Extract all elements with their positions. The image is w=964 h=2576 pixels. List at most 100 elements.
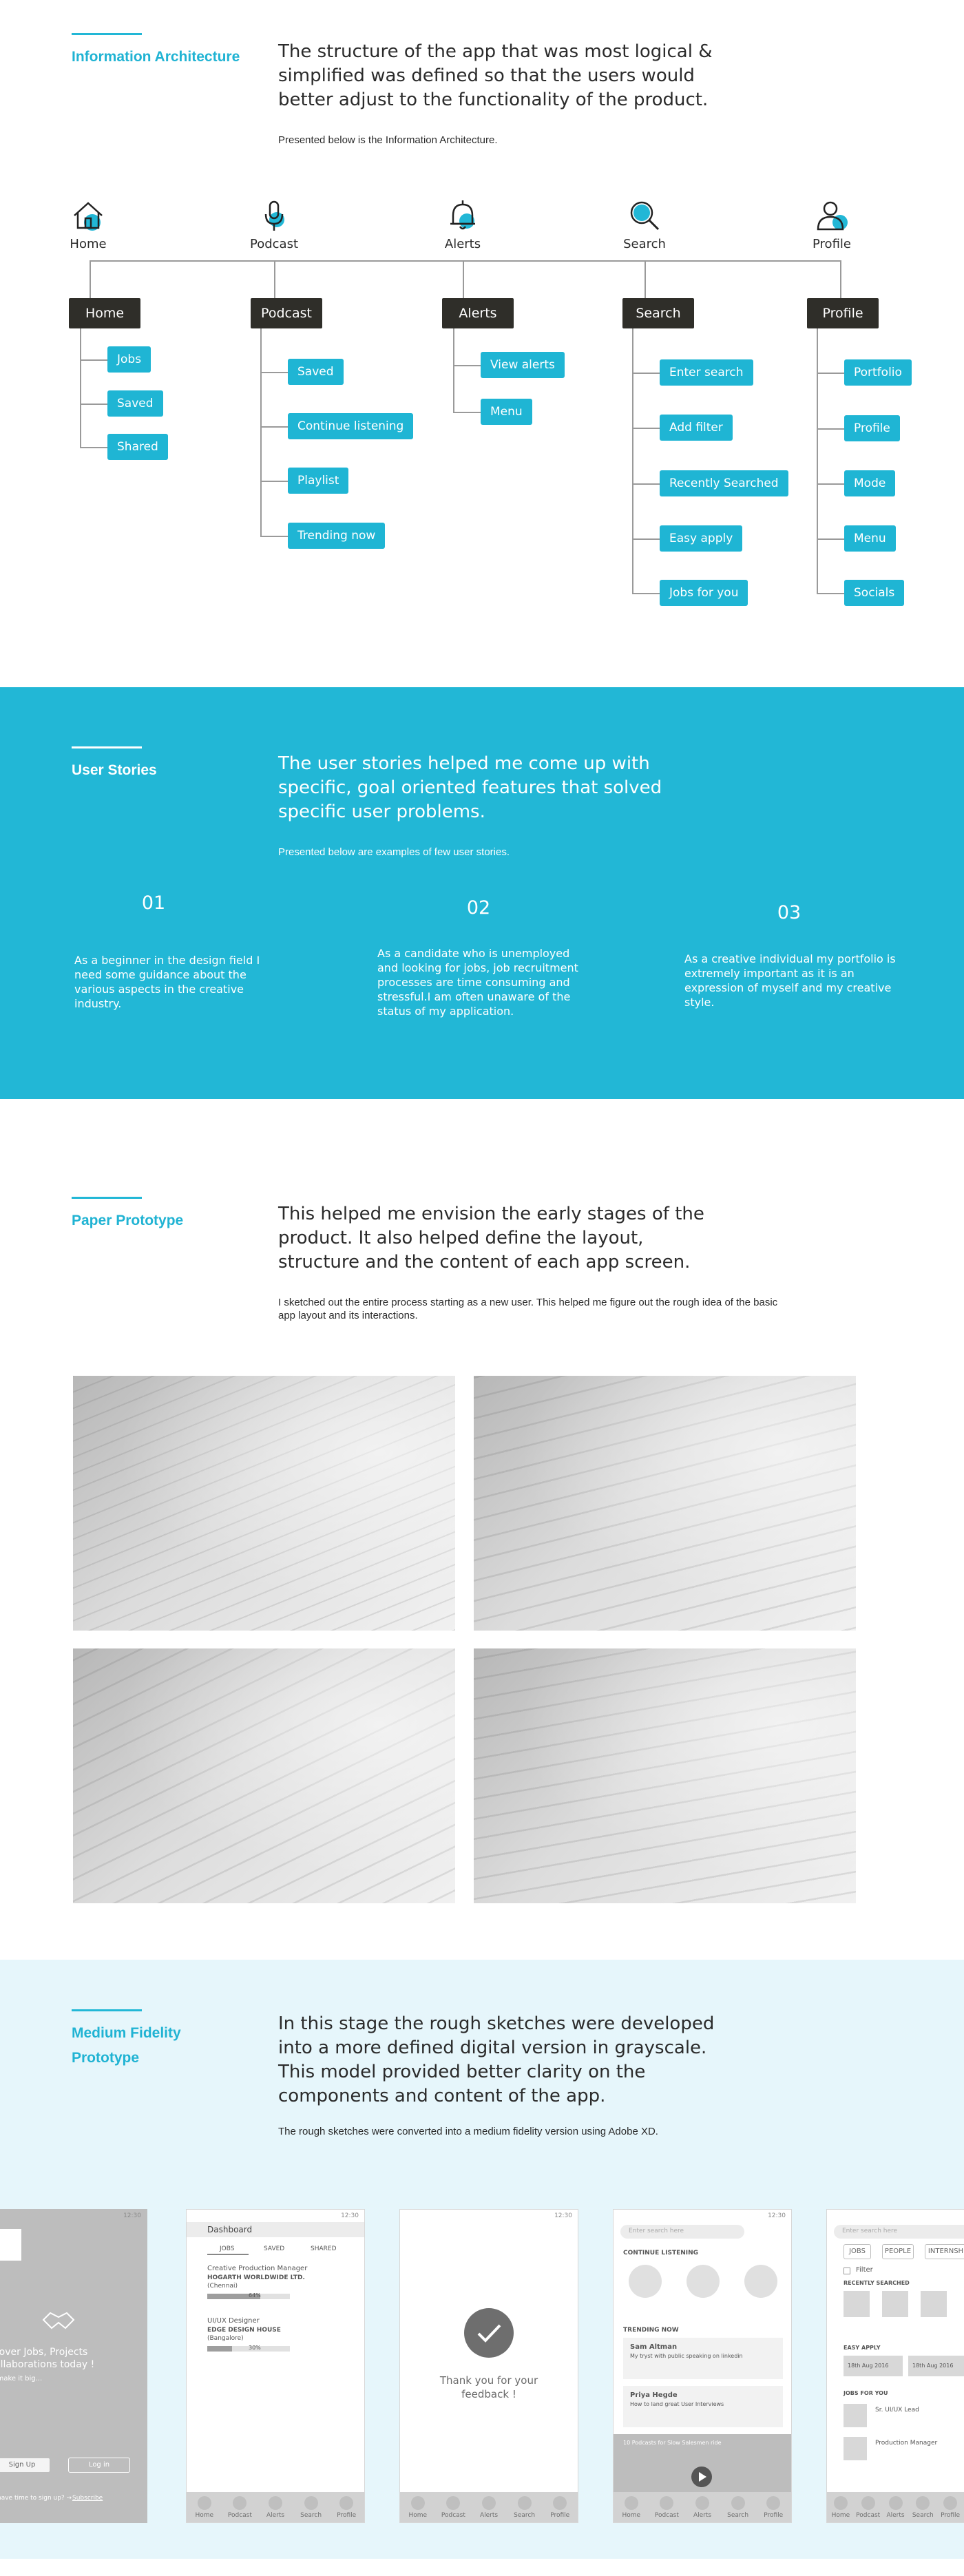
welcome-tagline: Discover Jobs, Projects & collaborations… [0,2347,95,2370]
tab-jobs[interactable]: JOBS [220,2245,234,2252]
branch-search-spine [632,328,633,594]
paper-note: I sketched out the entire process starti… [278,1297,778,1321]
node-alerts-menu: Menu [481,399,532,425]
job1-company: HOGARTH WORLDWIDE LTD. [207,2274,305,2281]
trending-now-label: TRENDING NOW [623,2327,679,2334]
top-label-home: Home [70,237,107,251]
search-tab-people[interactable]: PEOPLE [882,2244,914,2259]
top-label-profile: Profile [813,237,851,251]
job2-place: (Bangalore) [207,2335,244,2342]
connector-search [645,260,646,298]
story-number-2: 02 [466,897,491,919]
filter-checkbox[interactable] [844,2268,850,2274]
bottom-nav: Home Podcast Alerts Search Profile [400,2492,578,2522]
nav-search-icon[interactable] [304,2496,318,2510]
tab-shared[interactable]: SHARED [311,2245,337,2252]
filter-label: Filter [856,2266,873,2274]
recent-thumb-3[interactable] [921,2291,947,2317]
heading-accent-bar [72,746,142,748]
nav-alerts-icon[interactable] [482,2496,496,2510]
thank-you-text: Thank you for your feedback ! [439,2374,538,2400]
information-architecture-section: Information Architecture The structure o… [0,0,964,687]
play-icon[interactable] [691,2466,713,2488]
connector-profile [840,260,841,298]
branch-tick [632,593,660,594]
subscribe-link[interactable]: Subscribe [72,2495,103,2502]
node-trending-now: Trending now [288,523,386,549]
login-button[interactable]: Log in [68,2458,130,2473]
nav-alerts-icon[interactable] [269,2496,282,2510]
tab-saved[interactable]: SAVED [264,2245,284,2252]
podcast-thumb-2[interactable] [687,2265,720,2298]
paper-sketch-photo-2 [474,1376,856,1631]
ia-horizontal-connector [90,260,841,262]
nav-search-label: Search [300,2512,322,2519]
podcast-search-placeholder: Enter search here [629,2228,684,2234]
nav-podcast-icon[interactable] [446,2496,461,2510]
player-title: 10 Podcasts for Slow Salesmen ride [623,2440,722,2446]
node-mode: Mode [844,470,896,496]
nav-alerts-icon[interactable] [695,2496,709,2510]
heading-accent-bar [72,2009,142,2011]
podcast-thumb-1[interactable] [629,2265,662,2298]
nav-alerts-icon[interactable] [888,2496,903,2510]
nav-podcast-label: Podcast [441,2512,465,2519]
branch-tick [80,359,107,361]
nav-alerts-label: Alerts [266,2512,285,2519]
nav-profile-icon[interactable] [339,2496,354,2510]
nav-podcast-icon[interactable] [861,2496,875,2510]
status-time: 12:30 [341,2212,359,2219]
connector-alerts [463,260,464,298]
checkmark-icon [464,2308,514,2358]
branch-tick [632,483,660,485]
search-icon [630,201,660,231]
branch-podcast: Podcast [251,298,322,328]
signup-button[interactable]: Sign Up [0,2458,50,2473]
medfi-note: The rough sketches were converted into a… [278,2126,658,2137]
nav-search-icon[interactable] [517,2496,532,2510]
stories-note: Presented below are examples of few user… [278,846,510,858]
job-for-you-thumb-1[interactable] [844,2404,867,2427]
nav-home-icon[interactable] [833,2496,848,2510]
nav-podcast-icon[interactable] [233,2496,247,2510]
node-shared: Shared [107,434,168,460]
branch-tick [817,593,844,594]
search-tab-jobs[interactable]: JOBS [844,2244,871,2259]
search-tab-internship[interactable]: INTERNSHIP [925,2244,964,2259]
podcast-thumb-3[interactable] [744,2265,777,2298]
nav-search-label: Search [727,2512,749,2519]
status-time: 12:30 [123,2212,141,2219]
recent-thumb-1[interactable] [844,2291,870,2317]
nav-profile-icon[interactable] [766,2496,781,2510]
branch-tick [80,404,107,405]
node-playlist: Playlist [288,468,349,494]
medfi-heading: Medium Fidelity Prototype [72,2009,251,2071]
nav-profile-icon[interactable] [553,2496,567,2510]
nav-search-icon[interactable] [916,2496,930,2510]
branch-podcast-spine [260,328,262,536]
nav-home-icon[interactable] [197,2496,211,2510]
medfi-heading-line1: Medium Fidelity [72,2025,181,2041]
nav-profile-label: Profile [337,2512,357,2519]
nav-home-icon[interactable] [410,2496,425,2510]
node-jobs: Jobs [107,346,151,373]
branch-tick [632,373,660,374]
job-for-you-thumb-2[interactable] [844,2437,867,2460]
job-for-you-2: Production Manager [875,2440,938,2447]
recent-thumb-2[interactable] [882,2291,908,2317]
nav-home-icon[interactable] [624,2496,638,2510]
nav-search-icon[interactable] [731,2496,745,2510]
ia-heading: Information Architecture [72,33,251,70]
branch-search: Search [622,298,694,328]
status-time: 12:30 [768,2212,786,2219]
branch-tick [632,428,660,429]
trending-2-sub: How to land great User Interviews [630,2401,724,2407]
nav-alerts-label: Alerts [479,2512,499,2519]
ia-heading-label: Information Architecture [72,49,240,65]
nav-profile-icon[interactable] [943,2496,958,2510]
story-number-3: 03 [777,902,801,923]
recently-searched-label: RECENTLY SEARCHED [844,2280,910,2286]
nav-home-label: Home [622,2512,641,2519]
nav-podcast-icon[interactable] [660,2496,674,2510]
bell-icon [450,200,475,230]
